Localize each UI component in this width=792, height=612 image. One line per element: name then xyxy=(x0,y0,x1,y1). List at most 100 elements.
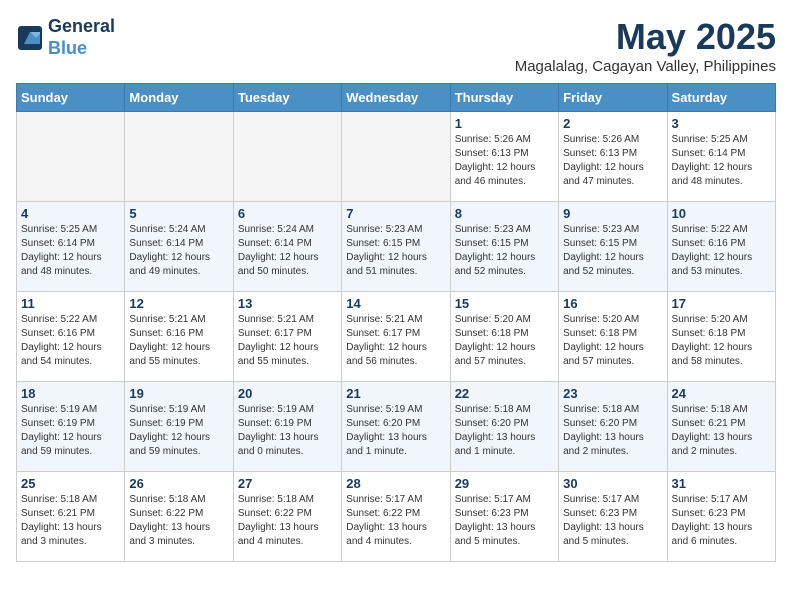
calendar-cell: 31 Sunrise: 5:17 AM Sunset: 6:23 PM Dayli… xyxy=(667,472,775,562)
calendar-cell: 11 Sunrise: 5:22 AM Sunset: 6:16 PM Dayli… xyxy=(17,292,125,382)
day-info: Sunrise: 5:20 AM Sunset: 6:18 PM Dayligh… xyxy=(455,313,554,369)
day-number: 5 xyxy=(129,206,228,221)
day-info: Sunrise: 5:21 AM Sunset: 6:16 PM Dayligh… xyxy=(129,313,228,369)
day-number: 8 xyxy=(455,206,554,221)
day-number: 10 xyxy=(672,206,771,221)
day-number: 14 xyxy=(346,296,445,311)
day-number: 7 xyxy=(346,206,445,221)
day-info: Sunrise: 5:17 AM Sunset: 6:23 PM Dayligh… xyxy=(563,493,662,549)
calendar-cell: 28Sunrise: 5:17 AM Sunset: 6:22 PM Dayli… xyxy=(342,472,450,562)
day-info: Sunrise: 5:18 AM Sunset: 6:21 PM Dayligh… xyxy=(21,493,120,549)
calendar-week-row: 1 Sunrise: 5:26 AM Sunset: 6:13 PM Daylig… xyxy=(17,112,776,202)
day-number: 31 xyxy=(672,476,771,491)
day-number: 19 xyxy=(129,386,228,401)
calendar-cell: 14 Sunrise: 5:21 AM Sunset: 6:17 PM Dayli… xyxy=(342,292,450,382)
calendar-cell: 9Sunrise: 5:23 AM Sunset: 6:15 PM Daylig… xyxy=(559,202,667,292)
weekday-header: Sunday xyxy=(17,84,125,112)
logo-icon xyxy=(16,24,44,52)
day-info: Sunrise: 5:22 AM Sunset: 6:16 PM Dayligh… xyxy=(21,313,120,369)
calendar-week-row: 11 Sunrise: 5:22 AM Sunset: 6:16 PM Dayli… xyxy=(17,292,776,382)
day-info: Sunrise: 5:24 AM Sunset: 6:14 PM Dayligh… xyxy=(238,223,337,279)
logo: General Blue xyxy=(16,16,115,59)
day-info: Sunrise: 5:26 AM Sunset: 6:13 PM Dayligh… xyxy=(563,133,662,189)
day-number: 24 xyxy=(672,386,771,401)
day-number: 6 xyxy=(238,206,337,221)
calendar-cell: 13Sunrise: 5:21 AM Sunset: 6:17 PM Dayli… xyxy=(233,292,341,382)
calendar-cell: 6 Sunrise: 5:24 AM Sunset: 6:14 PM Daylig… xyxy=(233,202,341,292)
day-number: 3 xyxy=(672,116,771,131)
day-info: Sunrise: 5:23 AM Sunset: 6:15 PM Dayligh… xyxy=(455,223,554,279)
logo-text: General Blue xyxy=(48,16,115,59)
calendar-cell: 24 Sunrise: 5:18 AM Sunset: 6:21 PM Dayli… xyxy=(667,382,775,472)
calendar-cell: 22Sunrise: 5:18 AM Sunset: 6:20 PM Dayli… xyxy=(450,382,558,472)
title-block: May 2025 Magalalag, Cagayan Valley, Phil… xyxy=(515,16,776,75)
calendar-week-row: 18Sunrise: 5:19 AM Sunset: 6:19 PM Dayli… xyxy=(17,382,776,472)
calendar-cell: 26 Sunrise: 5:18 AM Sunset: 6:22 PM Dayli… xyxy=(125,472,233,562)
day-number: 29 xyxy=(455,476,554,491)
day-number: 4 xyxy=(21,206,120,221)
day-number: 25 xyxy=(21,476,120,491)
day-info: Sunrise: 5:22 AM Sunset: 6:16 PM Dayligh… xyxy=(672,223,771,279)
day-info: Sunrise: 5:17 AM Sunset: 6:23 PM Dayligh… xyxy=(672,493,771,549)
day-info: Sunrise: 5:18 AM Sunset: 6:21 PM Dayligh… xyxy=(672,403,771,459)
day-number: 30 xyxy=(563,476,662,491)
calendar-cell: 4 Sunrise: 5:25 AM Sunset: 6:14 PM Daylig… xyxy=(17,202,125,292)
day-info: Sunrise: 5:24 AM Sunset: 6:14 PM Dayligh… xyxy=(129,223,228,279)
day-info: Sunrise: 5:17 AM Sunset: 6:23 PM Dayligh… xyxy=(455,493,554,549)
calendar-cell: 1 Sunrise: 5:26 AM Sunset: 6:13 PM Daylig… xyxy=(450,112,558,202)
day-number: 15 xyxy=(455,296,554,311)
day-number: 16 xyxy=(563,296,662,311)
day-info: Sunrise: 5:25 AM Sunset: 6:14 PM Dayligh… xyxy=(21,223,120,279)
calendar-cell xyxy=(125,112,233,202)
weekday-header: Tuesday xyxy=(233,84,341,112)
location: Magalalag, Cagayan Valley, Philippines xyxy=(515,58,776,75)
day-number: 1 xyxy=(455,116,554,131)
weekday-header: Saturday xyxy=(667,84,775,112)
calendar-cell: 30 Sunrise: 5:17 AM Sunset: 6:23 PM Dayli… xyxy=(559,472,667,562)
calendar-cell: 27 Sunrise: 5:18 AM Sunset: 6:22 PM Dayli… xyxy=(233,472,341,562)
calendar-cell: 2Sunrise: 5:26 AM Sunset: 6:13 PM Daylig… xyxy=(559,112,667,202)
day-info: Sunrise: 5:23 AM Sunset: 6:15 PM Dayligh… xyxy=(563,223,662,279)
calendar-week-row: 25 Sunrise: 5:18 AM Sunset: 6:21 PM Dayli… xyxy=(17,472,776,562)
day-info: Sunrise: 5:23 AM Sunset: 6:15 PM Dayligh… xyxy=(346,223,445,279)
calendar-header-row: SundayMondayTuesdayWednesdayThursdayFrid… xyxy=(17,84,776,112)
weekday-header: Friday xyxy=(559,84,667,112)
calendar-cell: 21Sunrise: 5:19 AM Sunset: 6:20 PM Dayli… xyxy=(342,382,450,472)
day-info: Sunrise: 5:26 AM Sunset: 6:13 PM Dayligh… xyxy=(455,133,554,189)
day-info: Sunrise: 5:17 AM Sunset: 6:22 PM Dayligh… xyxy=(346,493,445,549)
day-info: Sunrise: 5:18 AM Sunset: 6:22 PM Dayligh… xyxy=(238,493,337,549)
calendar-cell: 23 Sunrise: 5:18 AM Sunset: 6:20 PM Dayli… xyxy=(559,382,667,472)
day-number: 23 xyxy=(563,386,662,401)
day-number: 11 xyxy=(21,296,120,311)
day-info: Sunrise: 5:21 AM Sunset: 6:17 PM Dayligh… xyxy=(346,313,445,369)
day-info: Sunrise: 5:18 AM Sunset: 6:22 PM Dayligh… xyxy=(129,493,228,549)
day-number: 17 xyxy=(672,296,771,311)
day-number: 20 xyxy=(238,386,337,401)
calendar-cell: 8 Sunrise: 5:23 AM Sunset: 6:15 PM Daylig… xyxy=(450,202,558,292)
day-number: 13 xyxy=(238,296,337,311)
calendar-week-row: 4 Sunrise: 5:25 AM Sunset: 6:14 PM Daylig… xyxy=(17,202,776,292)
calendar-cell: 20 Sunrise: 5:19 AM Sunset: 6:19 PM Dayli… xyxy=(233,382,341,472)
day-info: Sunrise: 5:19 AM Sunset: 6:19 PM Dayligh… xyxy=(21,403,120,459)
calendar-cell xyxy=(233,112,341,202)
calendar-cell: 25 Sunrise: 5:18 AM Sunset: 6:21 PM Dayli… xyxy=(17,472,125,562)
weekday-header: Monday xyxy=(125,84,233,112)
weekday-header: Thursday xyxy=(450,84,558,112)
day-number: 26 xyxy=(129,476,228,491)
calendar-body: 1 Sunrise: 5:26 AM Sunset: 6:13 PM Daylig… xyxy=(17,112,776,562)
calendar-cell: 3Sunrise: 5:25 AM Sunset: 6:14 PM Daylig… xyxy=(667,112,775,202)
calendar-cell: 17 Sunrise: 5:20 AM Sunset: 6:18 PM Dayli… xyxy=(667,292,775,382)
day-number: 27 xyxy=(238,476,337,491)
day-number: 22 xyxy=(455,386,554,401)
day-info: Sunrise: 5:19 AM Sunset: 6:19 PM Dayligh… xyxy=(238,403,337,459)
weekday-header: Wednesday xyxy=(342,84,450,112)
day-info: Sunrise: 5:19 AM Sunset: 6:19 PM Dayligh… xyxy=(129,403,228,459)
calendar-cell: 16Sunrise: 5:20 AM Sunset: 6:18 PM Dayli… xyxy=(559,292,667,382)
calendar-cell xyxy=(17,112,125,202)
day-info: Sunrise: 5:18 AM Sunset: 6:20 PM Dayligh… xyxy=(563,403,662,459)
calendar-cell: 5 Sunrise: 5:24 AM Sunset: 6:14 PM Daylig… xyxy=(125,202,233,292)
calendar-cell: 18Sunrise: 5:19 AM Sunset: 6:19 PM Dayli… xyxy=(17,382,125,472)
calendar-cell: 19 Sunrise: 5:19 AM Sunset: 6:19 PM Dayli… xyxy=(125,382,233,472)
day-info: Sunrise: 5:20 AM Sunset: 6:18 PM Dayligh… xyxy=(672,313,771,369)
day-number: 12 xyxy=(129,296,228,311)
